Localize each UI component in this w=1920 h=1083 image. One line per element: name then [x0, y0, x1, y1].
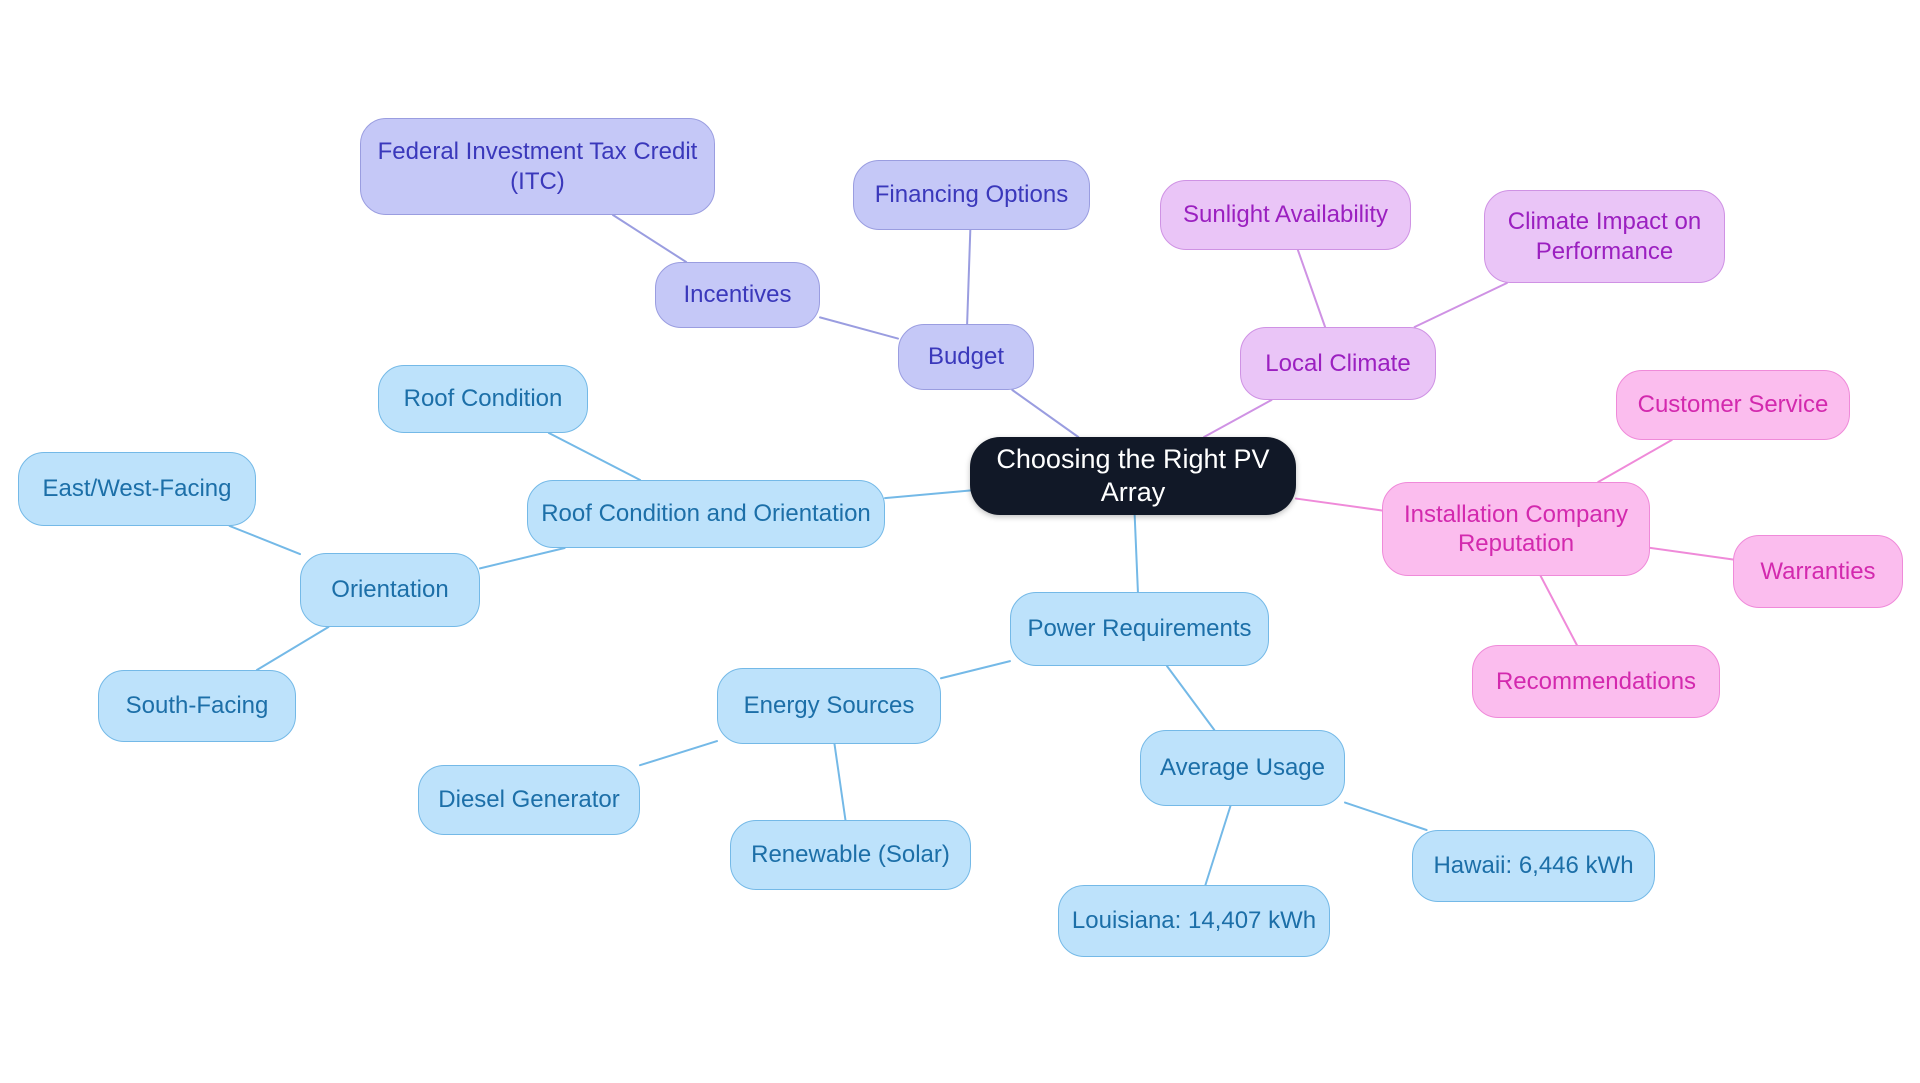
mindmap-node-avgusage[interactable]: Average Usage: [1140, 730, 1345, 806]
mindmap-node-power[interactable]: Power Requirements: [1010, 592, 1269, 666]
mindmap-node-hawaii[interactable]: Hawaii: 6,446 kWh: [1412, 830, 1655, 902]
mindmap-edge-roofcond-to-orient: [479, 547, 566, 570]
mindmap-edge-power-to-avgusage: [1165, 665, 1216, 731]
mindmap-edge-orient-to-south: [255, 626, 330, 671]
mindmap-node-louisiana[interactable]: Louisiana: 14,407 kWh: [1058, 885, 1330, 957]
mindmap-edge-energysrc-to-diesel: [639, 740, 718, 767]
mindmap-edge-budget-to-financing: [966, 229, 972, 325]
mindmap-edge-incentives-to-itc: [611, 214, 688, 263]
mindmap-node-roof[interactable]: Roof Condition: [378, 365, 588, 433]
mindmap-node-root[interactable]: Choosing the Right PV Array: [970, 437, 1296, 515]
mindmap-edge-orient-to-eastwest: [228, 525, 301, 556]
mindmap-node-roofcond[interactable]: Roof Condition and Orientation: [527, 480, 885, 548]
mindmap-edge-energysrc-to-renewable: [833, 743, 847, 821]
mindmap-edge-budget-to-incentives: [819, 316, 899, 340]
mindmap-canvas: Choosing the Right PV Array Budget Financi…: [0, 0, 1920, 1083]
mindmap-edge-root-to-install: [1295, 497, 1383, 512]
mindmap-edge-root-to-roofcond: [884, 489, 971, 500]
mindmap-edge-avgusage-to-louisiana: [1204, 805, 1232, 886]
mindmap-edge-install-to-recommend: [1539, 575, 1578, 646]
mindmap-edge-avgusage-to-hawaii: [1344, 801, 1428, 831]
mindmap-node-incentives[interactable]: Incentives: [655, 262, 820, 328]
mindmap-edge-root-to-budget: [1011, 389, 1080, 438]
mindmap-edge-root-to-climate: [1203, 399, 1273, 438]
mindmap-edge-install-to-custserv: [1597, 439, 1673, 483]
mindmap-node-south[interactable]: South-Facing: [98, 670, 296, 742]
mindmap-edge-power-to-energysrc: [940, 660, 1011, 680]
mindmap-edge-roofcond-to-roof: [547, 432, 642, 481]
mindmap-edge-root-to-power: [1133, 514, 1139, 593]
mindmap-node-sunlight[interactable]: Sunlight Availability: [1160, 180, 1411, 250]
mindmap-node-eastwest[interactable]: East/West-Facing: [18, 452, 256, 526]
mindmap-node-warranties[interactable]: Warranties: [1733, 535, 1903, 608]
mindmap-node-climateimp[interactable]: Climate Impact on Performance: [1484, 190, 1725, 283]
mindmap-node-diesel[interactable]: Diesel Generator: [418, 765, 640, 835]
mindmap-node-custserv[interactable]: Customer Service: [1616, 370, 1850, 440]
mindmap-edge-climate-to-sunlight: [1296, 249, 1327, 328]
mindmap-node-budget[interactable]: Budget: [898, 324, 1034, 390]
mindmap-node-install[interactable]: Installation Company Reputation: [1382, 482, 1650, 576]
mindmap-node-financing[interactable]: Financing Options: [853, 160, 1090, 230]
mindmap-node-climate[interactable]: Local Climate: [1240, 327, 1436, 400]
mindmap-node-recommend[interactable]: Recommendations: [1472, 645, 1720, 718]
mindmap-node-renewable[interactable]: Renewable (Solar): [730, 820, 971, 890]
mindmap-node-itc[interactable]: Federal Investment Tax Credit (ITC): [360, 118, 715, 215]
mindmap-node-orient[interactable]: Orientation: [300, 553, 480, 627]
mindmap-edge-climate-to-climateimp: [1413, 282, 1508, 328]
mindmap-edge-install-to-warranties: [1649, 546, 1734, 561]
mindmap-node-energysrc[interactable]: Energy Sources: [717, 668, 941, 744]
